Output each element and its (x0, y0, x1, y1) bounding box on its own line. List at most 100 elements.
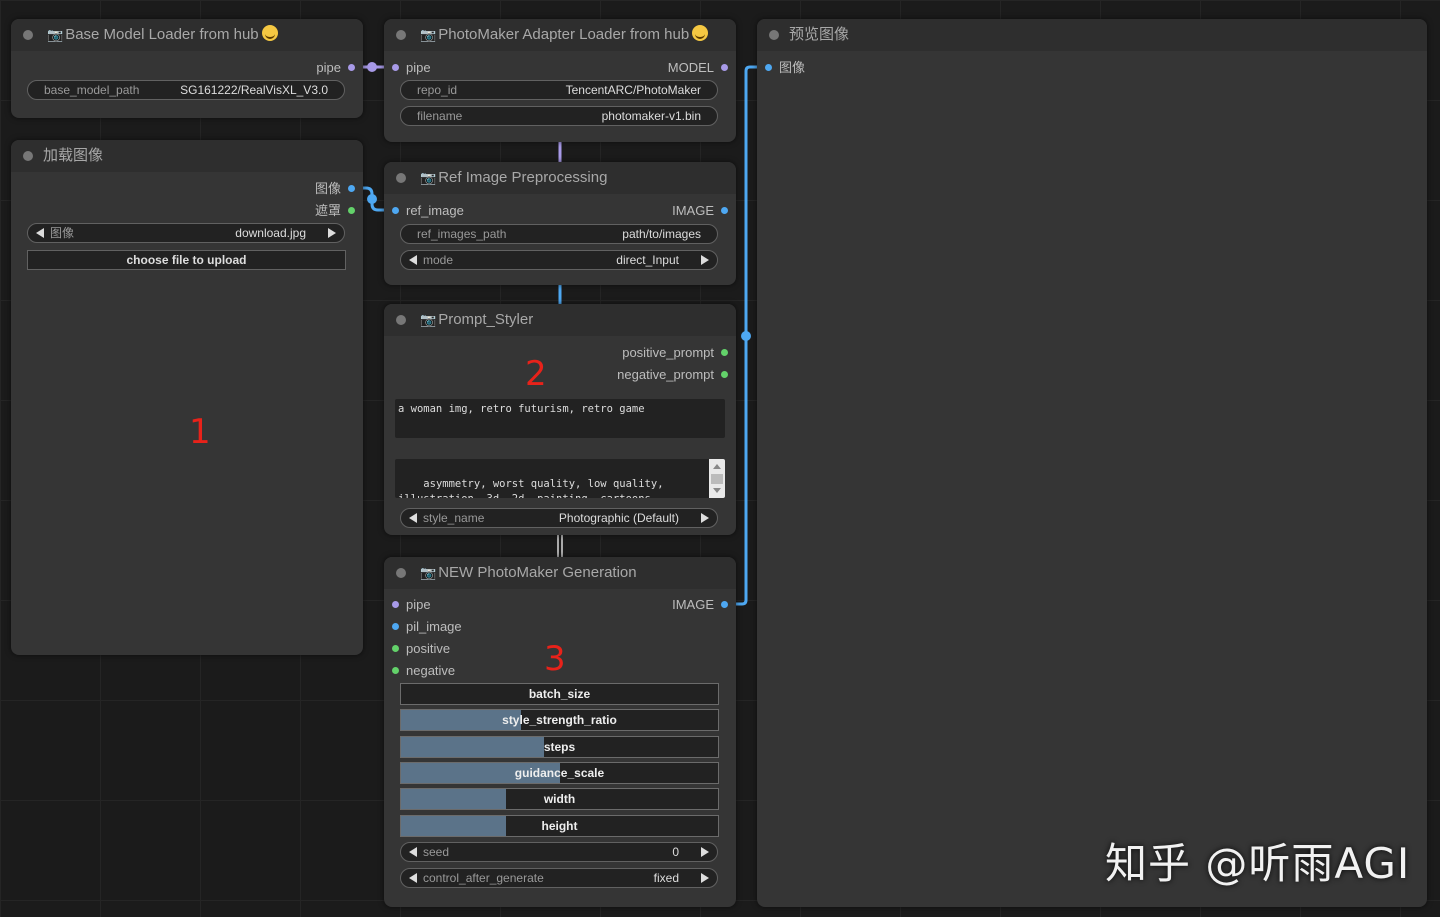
output-mask-dot[interactable] (348, 207, 355, 214)
output-negative-label: negative_prompt (617, 367, 714, 382)
textarea-scrollbar[interactable] (709, 459, 725, 498)
generation-node[interactable]: 📷 NEW PhotoMaker Generation pipe pil_imag… (384, 557, 736, 907)
widget-label: base_model_path (44, 83, 140, 97)
output-mask-label: 遮罩 (314, 203, 341, 218)
output-positive-dot[interactable] (721, 349, 728, 356)
camera-icon: 📷 (47, 27, 64, 42)
filename-field[interactable]: filename photomaker-v1.bin (400, 106, 718, 126)
node-title-bar[interactable]: 加载图像 (11, 140, 363, 172)
arrow-right-icon[interactable] (701, 255, 709, 265)
node-title-bar[interactable]: 📷 Ref Image Preprocessing (384, 162, 736, 194)
node-title-bar[interactable]: 📷 NEW PhotoMaker Generation (384, 557, 736, 589)
positive-prompt-textarea[interactable]: a woman img, retro futurism, retro game (395, 399, 725, 438)
load-image-node[interactable]: 加载图像 图像 遮罩 图像 download.jpg choose file t… (11, 140, 363, 655)
scroll-up-icon[interactable] (713, 464, 721, 469)
widget-label: control_after_generate (423, 871, 544, 885)
style-name-combo[interactable]: style_name Photographic (Default) (400, 508, 718, 528)
ref-images-path-field[interactable]: ref_images_path path/to/images (400, 224, 718, 244)
widget-value: Photographic (Default) (558, 511, 679, 525)
output-pipe-dot[interactable] (348, 64, 355, 71)
arrow-right-icon[interactable] (701, 513, 709, 523)
input-pil-image-dot[interactable] (392, 623, 399, 630)
arrow-left-icon[interactable] (409, 513, 417, 523)
node-title: Ref Image Preprocessing (438, 169, 608, 186)
slider-guidance-scale[interactable]: guidance_scale (400, 761, 719, 784)
camera-icon: 📷 (420, 170, 437, 185)
seed-combo[interactable]: seed 0 (400, 842, 718, 862)
arrow-right-icon[interactable] (328, 228, 336, 238)
slider-fill (401, 736, 544, 757)
input-pipe-label: pipe (406, 60, 431, 75)
widget-label: filename (417, 109, 463, 123)
collapse-dot-icon[interactable] (23, 151, 33, 161)
arrow-right-icon[interactable] (701, 847, 709, 857)
output-model-dot[interactable] (721, 64, 728, 71)
input-pipe-dot[interactable] (392, 601, 399, 608)
input-negative-dot[interactable] (392, 667, 399, 674)
collapse-dot-icon[interactable] (23, 30, 33, 40)
preview-image-node[interactable]: 预览图像 图像 (757, 19, 1427, 907)
arrow-left-icon[interactable] (409, 873, 417, 883)
output-negative-dot[interactable] (721, 371, 728, 378)
link-image-midpoint (367, 194, 377, 204)
slider-steps[interactable]: steps (400, 735, 719, 758)
slider-height[interactable]: height (400, 814, 719, 837)
collapse-dot-icon[interactable] (396, 173, 406, 183)
scroll-down-icon[interactable] (713, 488, 721, 493)
node-title-bar[interactable]: 📷 Base Model Loader from hub (11, 19, 363, 51)
widget-value: fixed (653, 871, 679, 885)
node-title-bar[interactable]: 📷 PhotoMaker Adapter Loader from hub (384, 19, 736, 51)
input-positive-dot[interactable] (392, 645, 399, 652)
collapse-dot-icon[interactable] (396, 315, 406, 325)
node-title: Prompt_Styler (438, 311, 534, 328)
output-image-dot[interactable] (721, 601, 728, 608)
input-ref-image-label: ref_image (406, 203, 464, 218)
image-select-combo[interactable]: 图像 download.jpg (27, 223, 345, 243)
control-after-generate-combo[interactable]: control_after_generate fixed (400, 868, 718, 888)
output-pipe-label: pipe (316, 60, 341, 75)
camera-icon: 📷 (420, 27, 437, 42)
widget-label: ref_images_path (417, 227, 507, 241)
annotation-marker-3: 3 (544, 639, 566, 679)
arrow-left-icon[interactable] (409, 847, 417, 857)
camera-icon: 📷 (420, 565, 437, 580)
input-pipe-dot[interactable] (392, 64, 399, 71)
slider-style-strength-ratio[interactable]: style_strength_ratio (400, 709, 719, 732)
widget-label: 图像 (50, 226, 75, 240)
output-image-label: 图像 (314, 181, 341, 196)
output-positive-label: positive_prompt (622, 345, 714, 360)
widget-value: 0 (672, 845, 679, 859)
slider-label: height (541, 818, 578, 833)
mode-combo[interactable]: mode direct_Input (400, 250, 718, 270)
negative-prompt-textarea[interactable]: asymmetry, worst quality, low quality, i… (395, 459, 725, 498)
repo-id-field[interactable]: repo_id TencentARC/PhotoMaker (400, 80, 718, 100)
output-image-dot[interactable] (348, 185, 355, 192)
node-title-bar[interactable]: 预览图像 (757, 19, 1427, 51)
collapse-dot-icon[interactable] (769, 30, 779, 40)
link-pipe-midpoint (367, 62, 377, 72)
prompt-styler-node[interactable]: 📷 Prompt_Styler positive_prompt negative_… (384, 304, 736, 535)
widget-label: seed (423, 845, 450, 859)
input-image-dot[interactable] (765, 64, 772, 71)
ref-image-node[interactable]: 📷 Ref Image Preprocessing ref_image IMAGE… (384, 162, 736, 285)
output-image-dot[interactable] (721, 207, 728, 214)
arrow-right-icon[interactable] (701, 873, 709, 883)
arrow-left-icon[interactable] (409, 255, 417, 265)
arrow-left-icon[interactable] (36, 228, 44, 238)
node-title-bar[interactable]: 📷 Prompt_Styler (384, 304, 736, 336)
scroll-thumb[interactable] (711, 474, 723, 484)
widget-value: photomaker-v1.bin (601, 109, 701, 123)
slider-width[interactable]: width (400, 788, 719, 811)
widget-value: SG161222/RealVisXL_V3.0 (180, 83, 328, 97)
input-ref-image-dot[interactable] (392, 207, 399, 214)
camera-icon: 📷 (420, 312, 437, 327)
base-model-loader-node[interactable]: 📷 Base Model Loader from hub pipe base_mo… (11, 19, 363, 118)
base-model-path-field[interactable]: base_model_path SG161222/RealVisXL_V3.0 (27, 80, 345, 100)
slider-batch-size[interactable]: batch_size (400, 683, 719, 705)
input-negative-label: negative (406, 663, 456, 678)
collapse-dot-icon[interactable] (396, 568, 406, 578)
upload-button[interactable]: choose file to upload (27, 250, 346, 270)
adapter-loader-node[interactable]: 📷 PhotoMaker Adapter Loader from hub pipe… (384, 19, 736, 142)
slider-label: batch_size (528, 687, 591, 701)
collapse-dot-icon[interactable] (396, 30, 406, 40)
